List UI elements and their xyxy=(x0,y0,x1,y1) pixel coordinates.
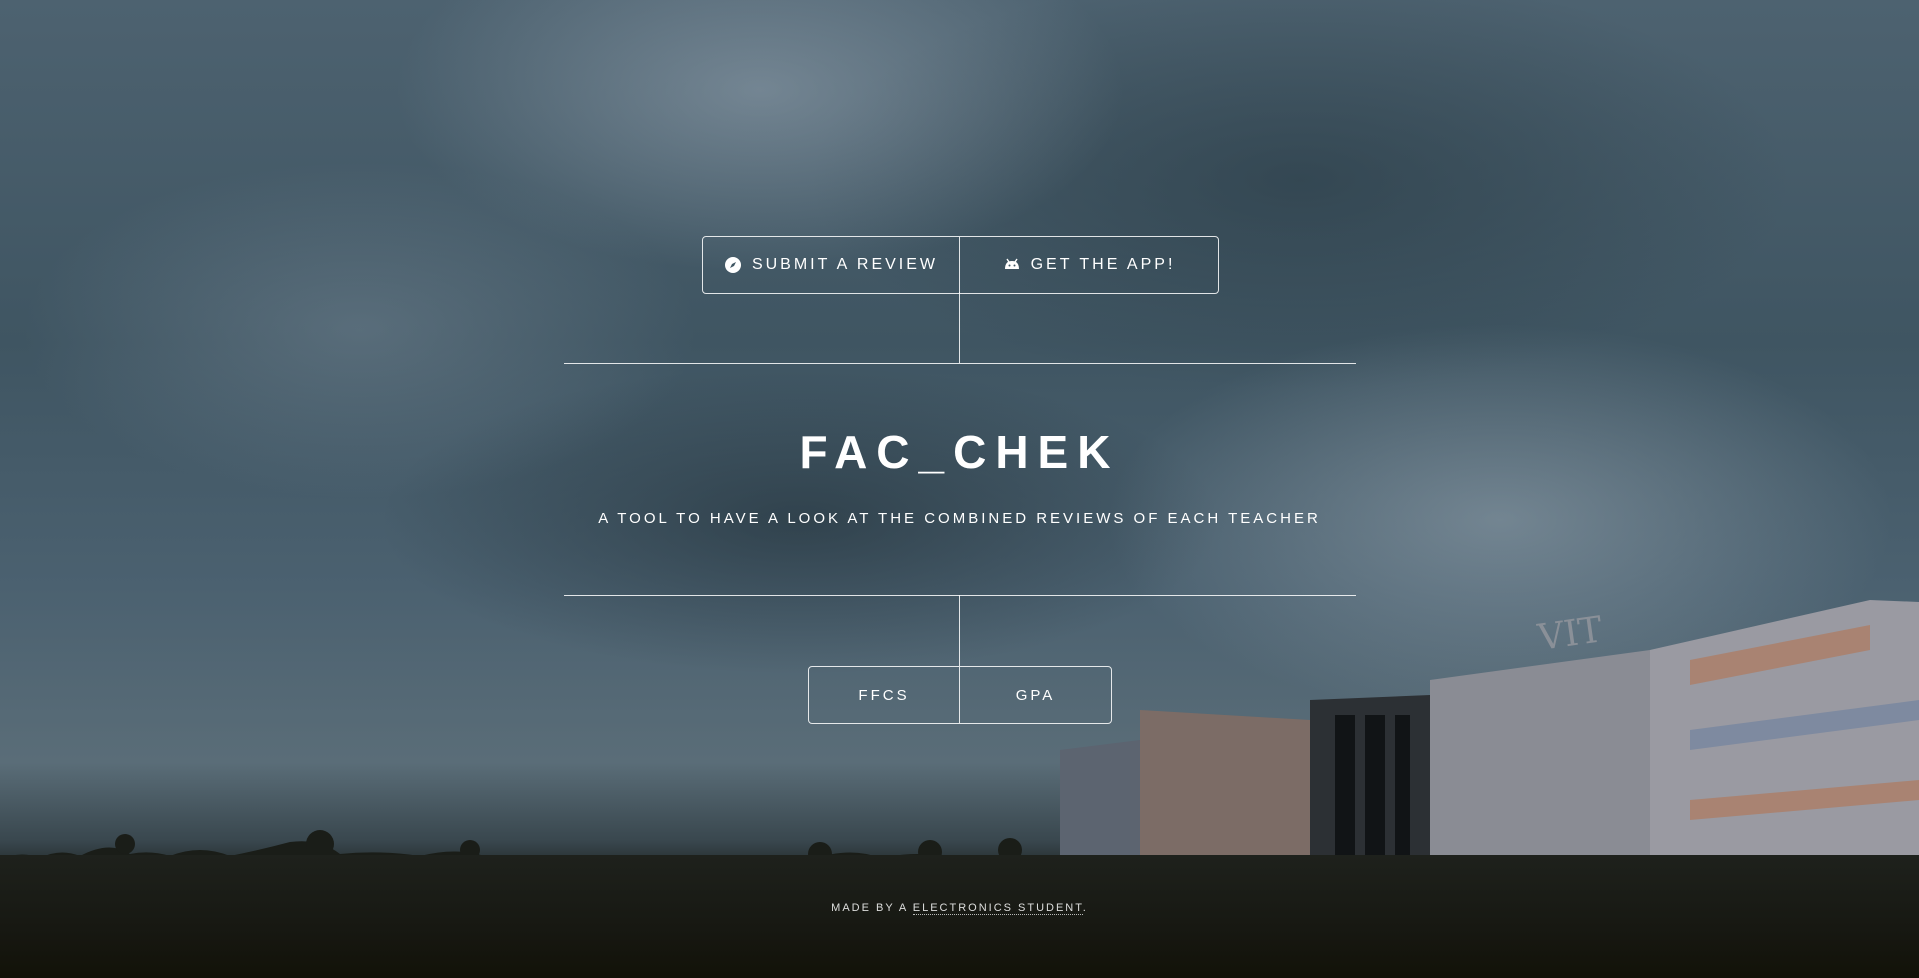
bottom-connector-line xyxy=(959,595,960,666)
top-divider xyxy=(564,363,1356,364)
bottom-divider xyxy=(564,595,1356,596)
ground xyxy=(0,855,1919,978)
footer-author-link[interactable]: Electronics Student xyxy=(912,902,1083,915)
footer: Made by a Electronics Student. xyxy=(0,902,1919,915)
ffcs-button[interactable]: FFCS xyxy=(809,667,960,723)
get-app-label: Get the App! xyxy=(1030,256,1176,273)
footer-prefix: Made by a xyxy=(831,902,913,914)
page-title: FAC_CHEK xyxy=(799,426,1120,478)
get-app-button[interactable]: Get the App! xyxy=(960,237,1218,293)
submit-review-label: Submit a Review xyxy=(751,256,939,273)
android-icon xyxy=(1004,258,1019,269)
bottom-button-group: FFCS GPA xyxy=(808,666,1112,724)
page-subtitle: A tool to have a look at the combined re… xyxy=(598,510,1321,527)
top-connector-line xyxy=(959,292,960,363)
submit-review-button[interactable]: Submit a Review xyxy=(703,237,960,293)
gpa-button[interactable]: GPA xyxy=(960,667,1111,723)
footer-suffix: . xyxy=(1082,902,1088,914)
top-button-group: Submit a Review Get the App! xyxy=(702,236,1219,294)
building-sign: VIT xyxy=(1535,609,1605,659)
compass-icon xyxy=(724,257,741,273)
